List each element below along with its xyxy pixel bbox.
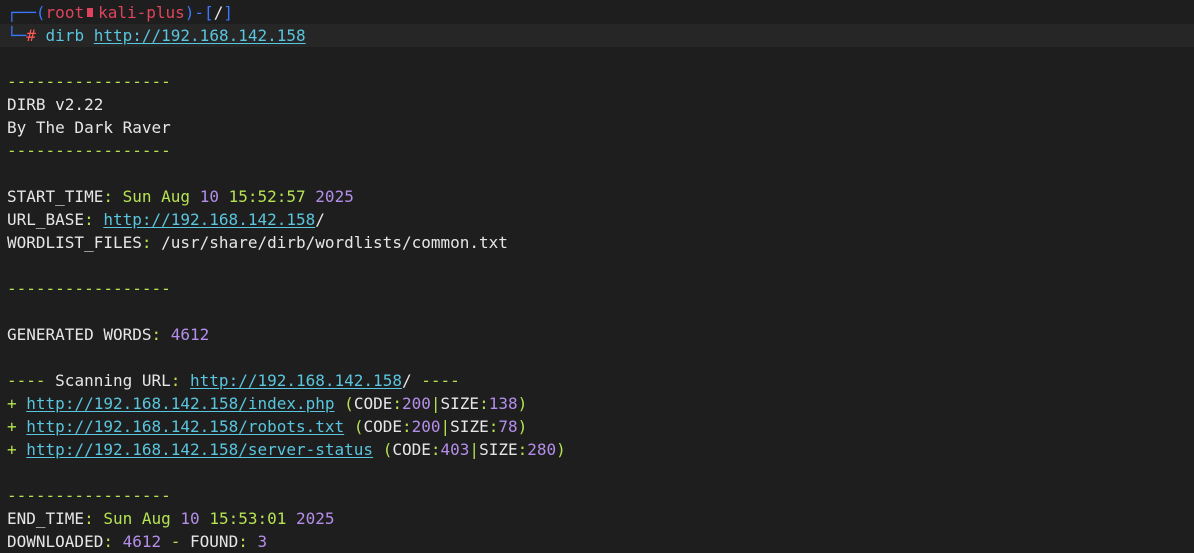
result-url-link[interactable]: http://192.168.142.158/index.php	[26, 394, 334, 413]
url-base-link[interactable]: http://192.168.142.158	[103, 210, 315, 229]
url-base-label: URL_BASE	[7, 210, 85, 229]
scan-url-slash: /	[401, 371, 412, 390]
result-code: 403	[440, 440, 470, 459]
prompt-corner-bottom: └─	[7, 26, 27, 45]
url-base-slash: /	[315, 210, 325, 229]
prompt-line-top: ┌──(root kali-plus)-[/]	[7, 1, 1194, 24]
generated-words-line: GENERATED WORDS: 4612	[7, 325, 210, 344]
downloaded-label: DOWNLOADED	[7, 532, 104, 551]
code-label: CODE	[353, 394, 393, 413]
generated-words-label: GENERATED WORDS	[7, 325, 152, 344]
start-time-line: START_TIME: Sun Aug 10 15:52:57 2025	[7, 187, 354, 206]
url-base-line: URL_BASE: http://192.168.142.158/	[7, 210, 325, 229]
end-day: Sun	[103, 509, 133, 528]
prompt-hash: #	[26, 26, 36, 45]
separator: -----------------	[7, 486, 171, 505]
end-time-line: END_TIME: Sun Aug 10 15:53:01 2025	[7, 509, 335, 528]
result-row: + http://192.168.142.158/index.php (CODE…	[7, 394, 528, 413]
prompt-path: /	[213, 3, 224, 22]
size-label: SIZE	[440, 394, 480, 413]
size-label: SIZE	[450, 417, 489, 436]
wordlist-path: /usr/share/dirb/wordlists/common.txt	[161, 233, 508, 252]
result-plus: +	[7, 440, 17, 459]
end-time-label: END_TIME	[7, 509, 85, 528]
end-clock: 15:53:01	[209, 509, 287, 528]
result-size: 280	[527, 440, 557, 459]
start-clock: 15:52:57	[228, 187, 306, 206]
start-year: 2025	[315, 187, 354, 206]
result-size: 138	[488, 394, 518, 413]
downloaded-count: 4612	[122, 532, 162, 551]
result-plus: +	[7, 394, 17, 413]
start-day: Sun	[122, 187, 152, 206]
found-count: 3	[257, 532, 268, 551]
scanning-url-line: ---- Scanning URL: http://192.168.142.15…	[7, 371, 460, 390]
size-label: SIZE	[479, 440, 518, 459]
end-month: Aug	[141, 509, 171, 528]
prompt-open-paren: (	[35, 3, 46, 22]
prompt-user: root	[45, 3, 85, 22]
end-year: 2025	[296, 509, 335, 528]
result-size: 78	[498, 417, 518, 436]
scan-prefix: ----	[7, 371, 46, 390]
found-label: FOUND	[190, 532, 239, 551]
separator: -----------------	[7, 72, 171, 91]
dirb-author: By The Dark Raver	[7, 118, 171, 137]
prompt-close-bracket: ]	[223, 3, 233, 22]
code-label: CODE	[392, 440, 431, 459]
result-code: 200	[401, 394, 431, 413]
result-plus: +	[7, 417, 17, 436]
end-date: 10	[180, 509, 200, 528]
start-date: 10	[199, 187, 219, 206]
skull-icon	[87, 8, 94, 17]
terminal-output: ┌──(root kali-plus)-[/] └─# dirb http://1…	[0, 1, 1194, 553]
downloaded-line: DOWNLOADED: 4612 - FOUND: 3	[7, 532, 268, 551]
separator: -----------------	[7, 141, 171, 160]
command-line[interactable]: └─# dirb http://192.168.142.158	[0, 24, 1194, 47]
command-target-link[interactable]: http://192.168.142.158	[94, 26, 306, 45]
code-label: CODE	[363, 417, 402, 436]
generated-words-count: 4612	[170, 325, 210, 344]
scan-suffix: ----	[421, 371, 460, 390]
start-time-label: START_TIME	[7, 187, 104, 206]
result-url-link[interactable]: http://192.168.142.158/server-status	[26, 440, 373, 459]
result-code: 200	[411, 417, 441, 436]
result-url-link[interactable]: http://192.168.142.158/robots.txt	[26, 417, 344, 436]
command-name: dirb	[45, 26, 85, 45]
separator: -----------------	[7, 279, 171, 298]
scan-url-link[interactable]: http://192.168.142.158	[190, 371, 402, 390]
result-row: + http://192.168.142.158/server-status (…	[7, 440, 566, 459]
terminal-window: { "prompt": { "corner_top": "┌──", "open…	[0, 0, 1194, 551]
result-row: + http://192.168.142.158/robots.txt (COD…	[7, 417, 528, 436]
scan-label: Scanning URL	[55, 371, 171, 390]
prompt-bracket: )-[	[184, 3, 214, 22]
prompt-host: kali-plus	[98, 3, 185, 22]
start-month: Aug	[161, 187, 191, 206]
prompt-corner-top: ┌──	[7, 3, 36, 22]
wordlist-line: WORDLIST_FILES: /usr/share/dirb/wordlist…	[7, 233, 508, 252]
wordlist-label: WORDLIST_FILES	[7, 233, 142, 252]
dirb-version: DIRB v2.22	[7, 95, 104, 114]
